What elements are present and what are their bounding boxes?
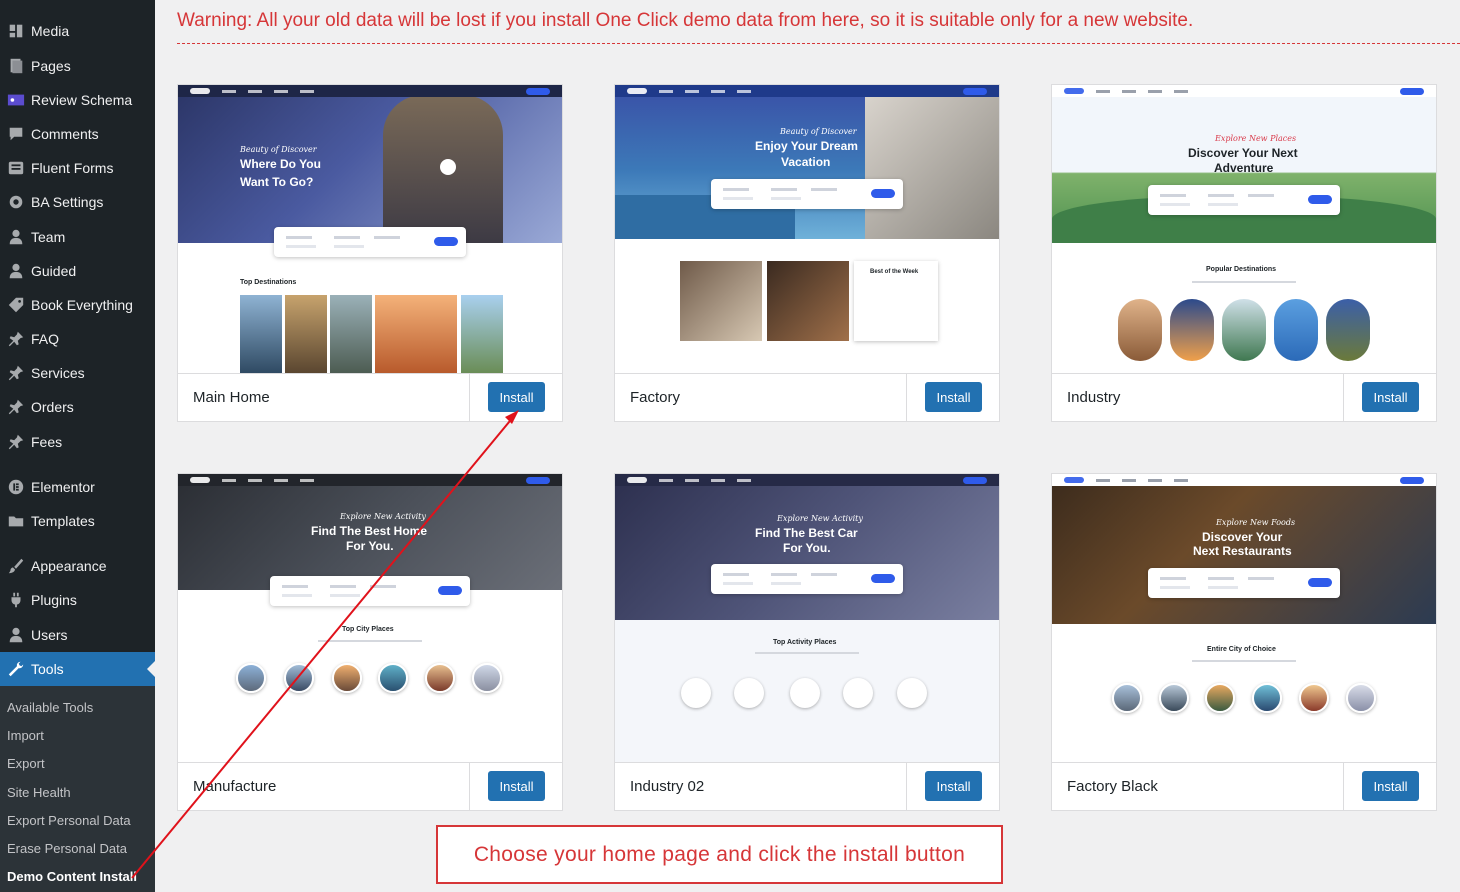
user-icon bbox=[0, 228, 31, 246]
menu-ba-settings[interactable]: BA Settings bbox=[0, 185, 155, 219]
site-navbar bbox=[178, 474, 562, 486]
install-button-main-home[interactable]: Install bbox=[488, 382, 545, 412]
submenu-demo-content-install[interactable]: Demo Content Install bbox=[7, 869, 137, 884]
demo-card-footer: Main Home Install bbox=[178, 373, 562, 422]
demo-card-footer: Industry Install bbox=[1052, 373, 1436, 422]
demo-preview[interactable]: Explore New Activity Find The Best Car F… bbox=[615, 474, 999, 762]
demo-name: Main Home bbox=[193, 389, 270, 406]
menu-book-everything[interactable]: Book Everything bbox=[0, 288, 155, 322]
menu-media[interactable]: Media bbox=[0, 14, 155, 48]
menu-team[interactable]: Team bbox=[0, 220, 155, 254]
submenu-export[interactable]: Export bbox=[7, 756, 45, 771]
menu-plugins[interactable]: Plugins bbox=[0, 583, 155, 617]
site-navbar bbox=[615, 85, 999, 97]
tools-submenu: Available Tools Import Export Site Healt… bbox=[0, 686, 155, 892]
hero-image bbox=[178, 85, 562, 243]
menu-orders[interactable]: Orders bbox=[0, 390, 155, 424]
menu-faq[interactable]: FAQ bbox=[0, 322, 155, 356]
menu-pages[interactable]: Pages bbox=[0, 49, 155, 83]
install-button-factory[interactable]: Install bbox=[925, 382, 982, 412]
brush-icon bbox=[0, 557, 31, 575]
submenu-erase-personal-data[interactable]: Erase Personal Data bbox=[7, 841, 127, 856]
user-icon bbox=[0, 262, 31, 280]
demo-card-footer: Industry 02 Install bbox=[615, 762, 999, 811]
search-form bbox=[270, 576, 470, 606]
menu-tools[interactable]: Tools bbox=[0, 652, 155, 686]
play-icon[interactable] bbox=[440, 159, 456, 175]
demo-card-factory: Beauty of Discover Enjoy Your Dream Vaca… bbox=[614, 84, 1000, 422]
instruction-callout: Choose your home page and click the inst… bbox=[436, 825, 1003, 884]
demo-name: Industry 02 bbox=[630, 778, 705, 795]
gear-icon bbox=[0, 193, 31, 211]
instruction-text: Choose your home page and click the inst… bbox=[473, 842, 966, 866]
forms-icon bbox=[0, 159, 31, 177]
site-navbar bbox=[1052, 474, 1436, 486]
demo-preview[interactable]: Explore New Activity Find The Best Home … bbox=[178, 474, 562, 762]
menu-guided[interactable]: Guided bbox=[0, 254, 155, 288]
site-navbar bbox=[615, 474, 999, 486]
submenu-available-tools[interactable]: Available Tools bbox=[7, 700, 93, 715]
search-form bbox=[274, 227, 466, 257]
demo-card-footer: Factory Install bbox=[615, 373, 999, 422]
elementor-icon bbox=[0, 478, 31, 496]
plug-icon bbox=[0, 591, 31, 609]
demo-card-manufacture: Explore New Activity Find The Best Home … bbox=[177, 473, 563, 811]
admin-sidebar: Media Pages Review Schema Comments Fluen… bbox=[0, 0, 155, 892]
install-button-industry[interactable]: Install bbox=[1362, 382, 1419, 412]
search-form bbox=[711, 564, 903, 594]
menu-users[interactable]: Users bbox=[0, 618, 155, 652]
demo-name: Factory Black bbox=[1067, 778, 1158, 795]
demo-name: Factory bbox=[630, 389, 681, 406]
demo-card-industry-02: Explore New Activity Find The Best Car F… bbox=[614, 473, 1000, 811]
install-button-manufacture[interactable]: Install bbox=[488, 771, 545, 801]
demo-card-main-home: Beauty of Discover Where Do You Want To … bbox=[177, 84, 563, 422]
menu-services[interactable]: Services bbox=[0, 356, 155, 390]
demo-preview[interactable]: Beauty of Discover Where Do You Want To … bbox=[178, 85, 562, 373]
review-schema-icon bbox=[0, 91, 31, 109]
demo-preview[interactable]: Beauty of Discover Enjoy Your Dream Vaca… bbox=[615, 85, 999, 373]
comments-icon bbox=[0, 125, 31, 143]
menu-fees[interactable]: Fees bbox=[0, 425, 155, 459]
demo-name: Manufacture bbox=[193, 778, 277, 795]
menu-templates[interactable]: Templates bbox=[0, 504, 155, 538]
demo-card-footer: Factory Black Install bbox=[1052, 762, 1436, 811]
pin-icon bbox=[0, 330, 31, 348]
demo-card-factory-black: Explore New Foods Discover Your Next Res… bbox=[1051, 473, 1437, 811]
media-icon bbox=[0, 22, 31, 40]
user-icon bbox=[0, 626, 31, 644]
menu-elementor[interactable]: Elementor bbox=[0, 470, 155, 504]
submenu-export-personal-data[interactable]: Export Personal Data bbox=[7, 813, 131, 828]
menu-appearance[interactable]: Appearance bbox=[0, 549, 155, 583]
menu-review-schema[interactable]: Review Schema bbox=[0, 83, 155, 117]
search-form bbox=[1148, 568, 1340, 598]
demo-preview[interactable]: Explore New Places Discover Your Next Ad… bbox=[1052, 85, 1436, 373]
demo-card-footer: Manufacture Install bbox=[178, 762, 562, 811]
demo-card-industry: Explore New Places Discover Your Next Ad… bbox=[1051, 84, 1437, 422]
submenu-import[interactable]: Import bbox=[7, 728, 44, 743]
wrench-icon bbox=[0, 660, 31, 678]
install-button-industry-02[interactable]: Install bbox=[925, 771, 982, 801]
warning-text: Warning: All your old data will be lost … bbox=[177, 10, 1194, 31]
search-form bbox=[1148, 185, 1340, 215]
install-button-factory-black[interactable]: Install bbox=[1362, 771, 1419, 801]
site-navbar bbox=[1052, 85, 1436, 97]
demo-name: Industry bbox=[1067, 389, 1121, 406]
demo-preview[interactable]: Explore New Foods Discover Your Next Res… bbox=[1052, 474, 1436, 762]
folder-icon bbox=[0, 512, 31, 530]
submenu-site-health[interactable]: Site Health bbox=[7, 785, 71, 800]
pin-icon bbox=[0, 433, 31, 451]
warning-divider bbox=[177, 43, 1460, 44]
pin-icon bbox=[0, 398, 31, 416]
search-form bbox=[711, 179, 903, 209]
tag-icon bbox=[0, 296, 31, 314]
menu-fluent-forms[interactable]: Fluent Forms bbox=[0, 151, 155, 185]
menu-comments[interactable]: Comments bbox=[0, 117, 155, 151]
pages-icon bbox=[0, 57, 31, 75]
site-navbar bbox=[178, 85, 562, 97]
pin-icon bbox=[0, 364, 31, 382]
